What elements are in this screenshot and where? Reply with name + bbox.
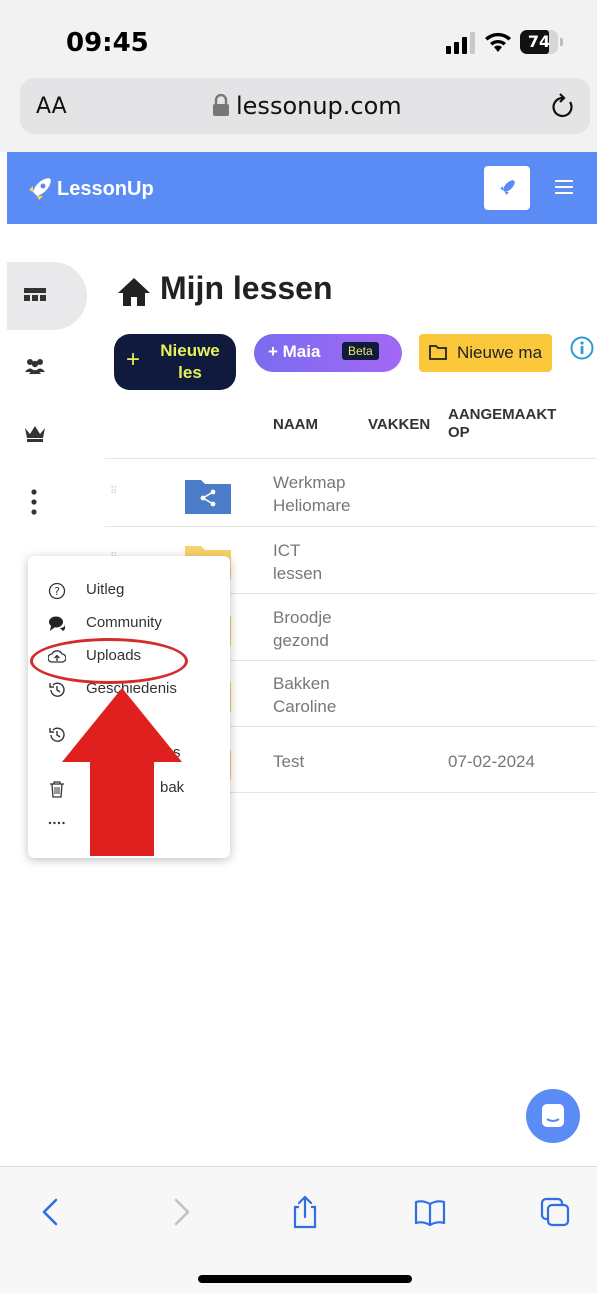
menu-item-uitleg[interactable]: ? Uitleg [28, 578, 230, 608]
menu-item-label: Uitleg [86, 581, 125, 598]
plus-icon: + [126, 346, 141, 373]
new-lesson-button[interactable]: + Nieuwe les [114, 334, 236, 390]
top-navigation: LessonUp [7, 152, 597, 224]
sidebar-groups-icon[interactable] [24, 358, 46, 374]
new-folder-label: Nieuwe ma [457, 343, 543, 362]
menu-item-community[interactable]: Community [28, 611, 230, 641]
home-indicator [198, 1275, 412, 1283]
question-circle-icon: ? [48, 582, 66, 600]
bookmarks-icon[interactable] [414, 1195, 446, 1229]
created-date: 07-02-2024 [448, 752, 535, 771]
column-header-name[interactable]: NAAM [273, 416, 318, 433]
annotation-arrow-icon [62, 688, 182, 856]
lessons-grid-icon [24, 288, 46, 301]
menu-item-label: Community [86, 614, 162, 631]
lesson-name[interactable]: ICT lessen [273, 539, 333, 585]
folder-outline-icon [429, 345, 447, 360]
shared-folder-icon [185, 480, 231, 514]
more-vertical-icon[interactable] [31, 488, 37, 516]
column-header-subjects[interactable]: VAKKEN [368, 416, 430, 433]
hamburger-menu-icon[interactable] [555, 178, 573, 196]
rocket-logo-icon [29, 178, 51, 200]
back-icon[interactable] [36, 1195, 68, 1229]
new-lesson-label: Nieuwe les [160, 341, 220, 382]
share-icon[interactable] [289, 1195, 321, 1229]
browser-toolbar [0, 1166, 597, 1293]
new-folder-button[interactable]: Nieuwe ma [419, 334, 552, 372]
status-time: 09:45 [66, 28, 149, 58]
beta-badge: Beta [342, 342, 379, 360]
status-bar: 09:45 74 [0, 0, 597, 78]
tabs-icon[interactable] [540, 1195, 572, 1229]
lesson-name[interactable]: Broodje gezond [273, 606, 343, 652]
launch-button[interactable] [484, 166, 530, 210]
maia-label: + Maia [268, 342, 321, 361]
url-text[interactable]: lessonup.com [236, 92, 402, 120]
row-divider [105, 458, 597, 459]
page-title: Mijn lessen [160, 270, 333, 306]
drag-handle-icon[interactable]: ⠿ [110, 486, 120, 500]
sidebar-item-lessons[interactable] [7, 262, 87, 330]
crown-icon[interactable] [24, 424, 46, 442]
row-divider [105, 526, 597, 527]
reload-icon[interactable] [550, 92, 576, 120]
battery-level: 74 [527, 32, 551, 51]
battery-icon: 74 [520, 30, 564, 54]
lesson-name[interactable]: Werkmap Heliomare [273, 471, 363, 517]
cellular-signal-icon [446, 32, 475, 54]
svg-text:?: ? [54, 585, 60, 598]
annotation-ellipse [30, 638, 188, 684]
text-size-button[interactable]: AA [36, 94, 67, 119]
brand-logo[interactable]: LessonUp [27, 174, 154, 204]
home-icon [118, 278, 150, 306]
chat-icon [542, 1104, 564, 1127]
lesson-name[interactable]: Bakken Caroline [273, 672, 353, 718]
rocket-icon [500, 180, 515, 195]
lesson-name[interactable]: Test [273, 750, 304, 773]
address-bar[interactable]: AA lessonup.com [20, 78, 590, 134]
browser-address-area: AA lessonup.com [0, 78, 597, 152]
chat-support-button[interactable] [526, 1089, 580, 1143]
chat-bubbles-icon [49, 616, 65, 631]
lock-icon [213, 94, 229, 116]
maia-button[interactable]: + Maia Beta [254, 334, 402, 372]
column-header-created[interactable]: AANGEMAAKT OP [448, 406, 578, 442]
info-icon[interactable] [570, 336, 594, 360]
forward-icon[interactable] [164, 1195, 196, 1229]
brand-name: LessonUp [57, 177, 154, 200]
wifi-icon [485, 32, 511, 52]
